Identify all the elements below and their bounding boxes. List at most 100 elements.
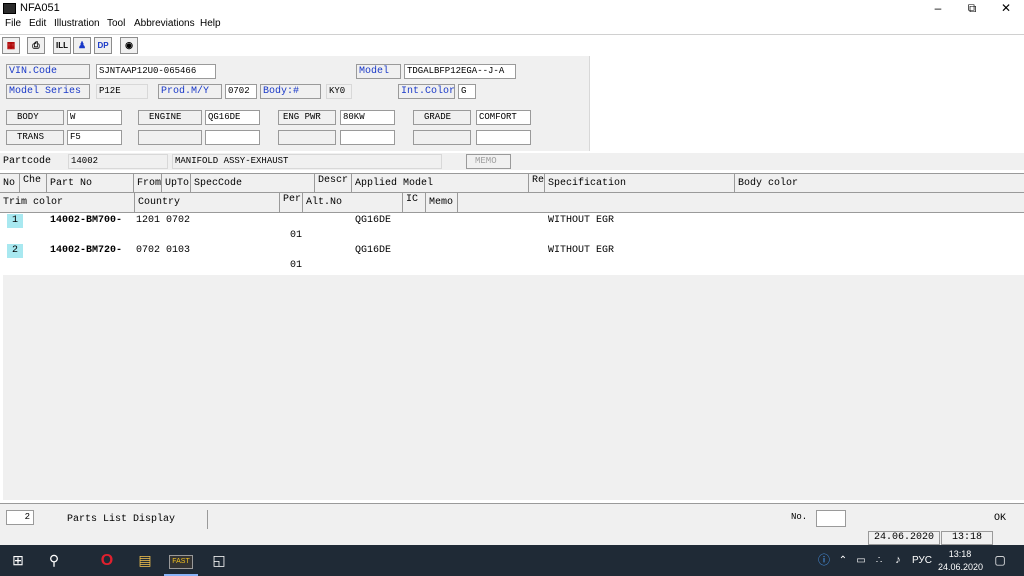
- fast-label: FAST: [169, 555, 193, 569]
- menu-abbreviations[interactable]: Abbreviations: [134, 18, 195, 29]
- specification: WITHOUT EGR: [548, 245, 615, 256]
- from-date: 1201: [136, 215, 161, 226]
- vin-label: VIN.Code: [6, 64, 90, 79]
- trans-button[interactable]: TRANS: [6, 130, 64, 145]
- col-from[interactable]: From: [134, 174, 162, 193]
- blank-button-2[interactable]: [278, 130, 336, 145]
- eng-pwr-field[interactable]: 80KW: [340, 110, 395, 125]
- specification: WITHOUT EGR: [548, 215, 615, 226]
- per-value: 01: [290, 230, 303, 241]
- window-title: NFA051: [20, 2, 60, 14]
- network-icon[interactable]: ∴: [871, 545, 887, 576]
- close-button[interactable]: ✕: [989, 0, 1023, 17]
- col-specification[interactable]: Specification: [545, 174, 735, 193]
- col-upto[interactable]: UpTo: [162, 174, 191, 193]
- col-part-no[interactable]: Part No: [47, 174, 134, 193]
- col-re[interactable]: Re: [529, 174, 545, 193]
- menu-file[interactable]: File: [5, 18, 21, 29]
- vin-field[interactable]: SJNTAAP12U0-065466: [96, 64, 216, 79]
- col-no[interactable]: No: [0, 174, 20, 193]
- col-applied-model[interactable]: Applied Model: [352, 174, 529, 193]
- col-che[interactable]: Che: [20, 174, 47, 193]
- exit-icon[interactable]: ▦: [2, 37, 20, 54]
- engine-field[interactable]: QG16DE: [205, 110, 260, 125]
- clock-time: 13:18: [948, 549, 972, 559]
- int-color-label: Int.Color: [398, 84, 455, 99]
- grade-button[interactable]: GRADE: [413, 110, 471, 125]
- grade-field[interactable]: COMFORT: [476, 110, 531, 125]
- status-bar: 2 Parts List Display No. OK: [0, 503, 1024, 531]
- blank-button-1[interactable]: [138, 130, 202, 145]
- body-field[interactable]: W: [67, 110, 122, 125]
- col-body-color[interactable]: Body color: [735, 174, 1024, 193]
- part-number[interactable]: 14002-BM700-: [50, 215, 122, 226]
- menu-edit[interactable]: Edit: [29, 18, 46, 29]
- battery-icon[interactable]: ▭: [853, 545, 869, 576]
- col-country[interactable]: Country: [135, 193, 280, 212]
- chevron-up-icon[interactable]: ⌃: [836, 545, 850, 576]
- model-field[interactable]: TDGALBFP12EGA--J-A: [404, 64, 516, 79]
- row-number[interactable]: 2: [7, 244, 23, 258]
- blank-field-1[interactable]: [205, 130, 260, 145]
- grid-empty-area: [3, 275, 1024, 500]
- col-alt-no[interactable]: Alt.No: [303, 193, 403, 212]
- int-color-field[interactable]: G: [458, 84, 476, 99]
- minimize-button[interactable]: –: [921, 0, 955, 17]
- upto-date: 0702: [166, 215, 191, 226]
- col-speccode[interactable]: SpecCode: [191, 174, 315, 193]
- no-label: No.: [791, 512, 808, 522]
- menu-bar: File Edit Illustration Tool Abbreviation…: [0, 17, 1024, 33]
- fast-app-icon[interactable]: FAST: [164, 545, 198, 576]
- search-icon[interactable]: ⚲: [38, 545, 70, 576]
- title-bar: NFA051 – ⧉ ✕: [0, 0, 1024, 17]
- parts-grid: 1 14002-BM700- 1201 0702 QG16DE WITHOUT …: [3, 213, 1024, 275]
- blank-field-2[interactable]: [340, 130, 395, 145]
- help-icon[interactable]: ⓘ: [815, 545, 833, 576]
- hint-bulb-icon[interactable]: ◉: [120, 37, 138, 54]
- part-description: MANIFOLD ASSY-EXHAUST: [172, 154, 442, 169]
- store-icon[interactable]: ◱: [202, 545, 236, 576]
- dp-icon[interactable]: DP: [94, 37, 112, 54]
- toolbar: ▦ ⎙ ILL ♟ DP ◉: [0, 34, 1024, 55]
- col-per[interactable]: Per: [280, 193, 303, 212]
- restore-button[interactable]: ⧉: [955, 0, 989, 17]
- col-descr[interactable]: Descr: [315, 174, 352, 193]
- clock-date: 24.06.2020: [938, 562, 984, 572]
- trans-field[interactable]: F5: [67, 130, 122, 145]
- body-number-field: KY0: [326, 84, 352, 99]
- info-bar: 24.06.2020 13:18: [0, 531, 1024, 545]
- file-explorer-icon[interactable]: ▤: [128, 545, 162, 576]
- memo-button[interactable]: MEMO: [466, 154, 511, 169]
- volume-icon[interactable]: ♪: [889, 545, 907, 576]
- menu-tool[interactable]: Tool: [107, 18, 125, 29]
- engine-button[interactable]: ENGINE: [138, 110, 202, 125]
- print-icon[interactable]: ⎙: [27, 37, 45, 54]
- ok-button[interactable]: OK: [980, 510, 1020, 527]
- col-trim-color[interactable]: Trim color: [0, 193, 135, 212]
- people-icon[interactable]: ♟: [73, 37, 91, 54]
- partcode-label: Partcode: [3, 156, 52, 167]
- prod-my-field[interactable]: 0702: [225, 84, 257, 99]
- opera-icon[interactable]: O: [90, 545, 124, 576]
- start-windows-icon[interactable]: ⊞: [0, 545, 36, 576]
- menu-illustration[interactable]: Illustration: [54, 18, 100, 29]
- blank-field-3[interactable]: [476, 130, 531, 145]
- body-button[interactable]: BODY: [6, 110, 64, 125]
- col-ic[interactable]: IC: [403, 193, 426, 212]
- blank-button-3[interactable]: [413, 130, 471, 145]
- eng-pwr-button[interactable]: ENG PWR: [278, 110, 336, 125]
- mode-label: Parts List Display: [40, 510, 208, 529]
- model-series-label: Model Series: [6, 84, 90, 99]
- illustration-icon[interactable]: ILL: [53, 37, 71, 54]
- part-number[interactable]: 14002-BM720-: [50, 245, 122, 256]
- partcode-field: 14002: [68, 154, 168, 169]
- menu-help[interactable]: Help: [200, 18, 221, 29]
- grid-header-row-1: No Che Part No From UpTo SpecCode Descr …: [0, 173, 1024, 193]
- clock[interactable]: 13:18 24.06.2020: [938, 545, 984, 576]
- grid-header-row-2: Trim color Country Per Alt.No IC Memo: [0, 193, 1024, 213]
- no-input[interactable]: [816, 510, 846, 527]
- notifications-icon[interactable]: ▢: [990, 545, 1010, 576]
- row-number[interactable]: 1: [7, 214, 23, 228]
- language-indicator[interactable]: РУС: [909, 545, 935, 576]
- col-memo[interactable]: Memo: [426, 193, 458, 212]
